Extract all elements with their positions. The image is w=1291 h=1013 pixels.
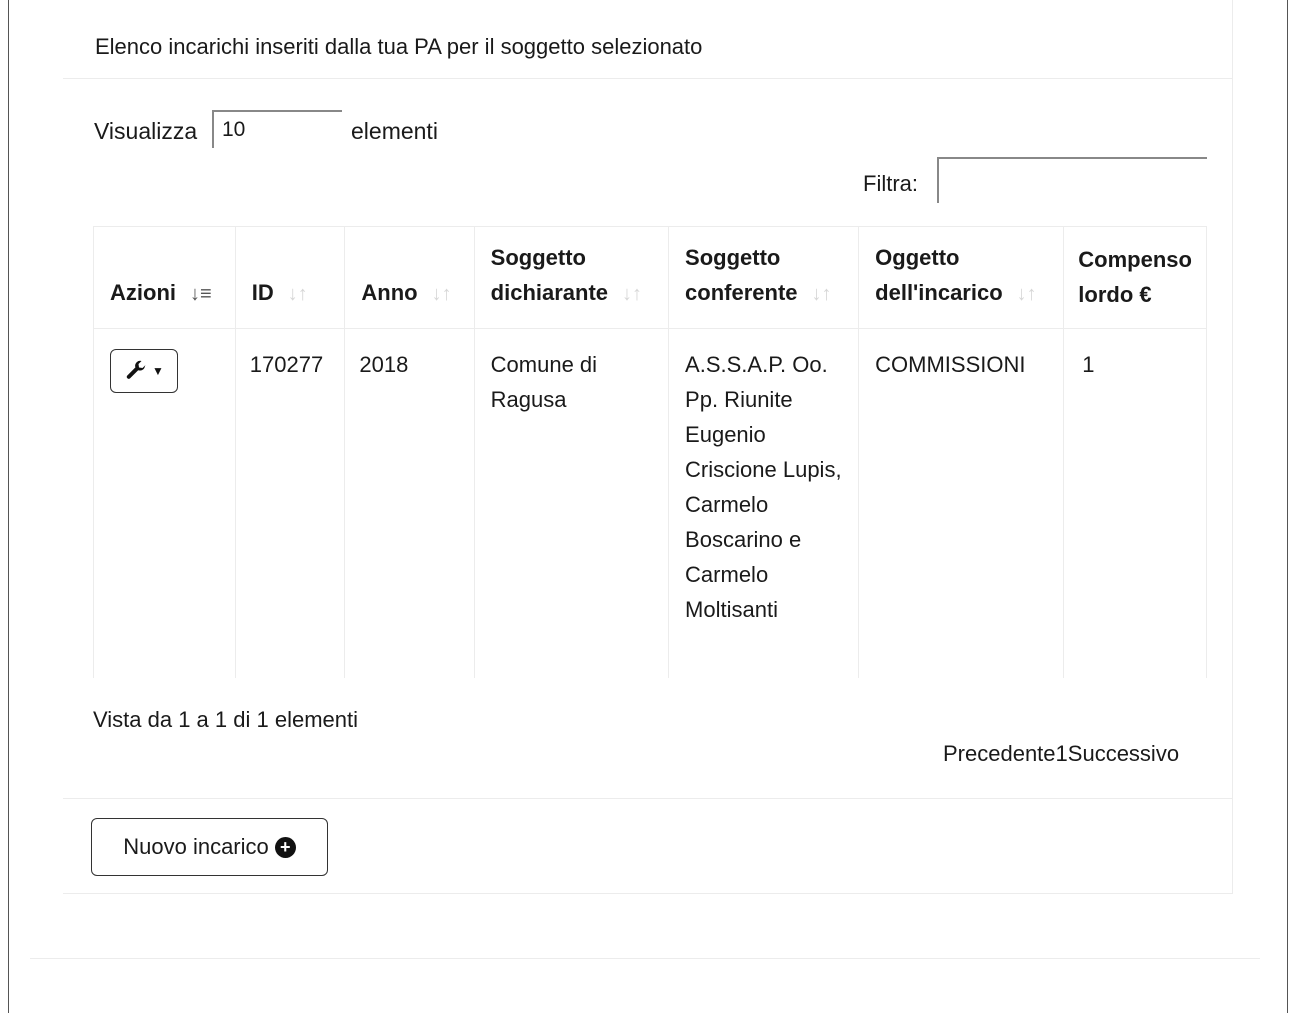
- cell-actions: ▼: [93, 328, 236, 678]
- panel-divider: [30, 958, 1260, 959]
- table-row: ▼ 170277 2018 Comune di Ragusa A.S.S.A.P…: [93, 328, 1207, 678]
- panel-divider: [63, 798, 1233, 799]
- page-border-left: [8, 0, 9, 1013]
- plus-circle-icon: +: [274, 836, 296, 858]
- column-header-label: Anno: [361, 280, 418, 305]
- page-border-right: [1287, 0, 1288, 1013]
- table-header-row: Azioni ↓≡ ID ↓↑ Anno ↓↑ Soggetto dichiarant…: [93, 226, 1207, 329]
- column-header-conferente[interactable]: Soggetto conferente ↓↑: [668, 226, 860, 329]
- column-header-compenso[interactable]: Compenso lordo €: [1063, 226, 1207, 329]
- filter-input[interactable]: [937, 157, 1207, 203]
- column-header-oggetto[interactable]: Oggetto dell'incarico ↓↑: [858, 226, 1065, 329]
- column-header-label: Soggetto dichiarante: [490, 245, 609, 305]
- cell-oggetto: COMMISSIONI: [858, 328, 1065, 678]
- cell-dichiarante: Comune di Ragusa: [473, 328, 670, 678]
- column-header-label: Soggetto conferente: [685, 245, 798, 305]
- column-header-anno[interactable]: Anno ↓↑: [344, 226, 475, 329]
- sort-asc-icon: ↓≡: [190, 283, 212, 305]
- sort-icon: ↓↑: [431, 283, 452, 305]
- column-header-label: Azioni: [110, 280, 176, 305]
- results-table: Azioni ↓≡ ID ↓↑ Anno ↓↑ Soggetto dichiarant…: [93, 226, 1207, 678]
- table-info: Vista da 1 a 1 di 1 elementi: [93, 707, 358, 732]
- wrench-icon: [126, 360, 146, 379]
- pagination-page-1[interactable]: 1: [1056, 741, 1068, 767]
- chevron-down-icon: ▼: [152, 364, 164, 378]
- section-heading: Elenco incarichi inseriti dalla tua PA p…: [95, 34, 703, 59]
- row-actions-button[interactable]: ▼: [110, 349, 178, 393]
- column-header-label: Compenso lordo €: [1078, 247, 1192, 307]
- cell-anno: 2018: [344, 328, 475, 678]
- length-menu-label: Visualizza: [94, 118, 198, 144]
- new-assignment-button[interactable]: Nuovo incarico +: [91, 818, 328, 876]
- pagination: Precedente 1 Successivo: [943, 741, 1179, 767]
- column-header-azioni[interactable]: Azioni ↓≡: [93, 226, 236, 329]
- results-table-container: Azioni ↓≡ ID ↓↑ Anno ↓↑ Soggetto dichiarant…: [93, 226, 1207, 678]
- sort-icon: ↓↑: [287, 283, 308, 305]
- sort-icon: ↓↑: [1016, 283, 1037, 305]
- panel-divider: [63, 78, 1233, 79]
- cell-conferente: A.S.S.A.P. Oo. Pp. Riunite Eugenio Crisc…: [668, 328, 860, 678]
- page-length-select[interactable]: [212, 110, 342, 148]
- pagination-previous[interactable]: Precedente: [943, 741, 1056, 767]
- column-header-label: ID: [251, 280, 274, 305]
- sort-icon: ↓↑: [622, 283, 643, 305]
- filter-label: Filtra:: [863, 171, 918, 196]
- length-menu-suffix: elementi: [351, 118, 438, 144]
- sort-icon: ↓↑: [811, 283, 832, 305]
- cell-compenso: 1: [1063, 328, 1207, 678]
- panel-divider: [63, 893, 1233, 894]
- pagination-next[interactable]: Successivo: [1068, 741, 1179, 767]
- panel-divider: [1232, 0, 1233, 893]
- column-header-id[interactable]: ID ↓↑: [234, 226, 346, 329]
- column-header-dichiarante[interactable]: Soggetto dichiarante ↓↑: [473, 226, 670, 329]
- new-assignment-label: Nuovo incarico: [123, 834, 269, 859]
- column-header-label: Oggetto dell'incarico: [875, 245, 1003, 305]
- cell-id: 170277: [234, 328, 346, 678]
